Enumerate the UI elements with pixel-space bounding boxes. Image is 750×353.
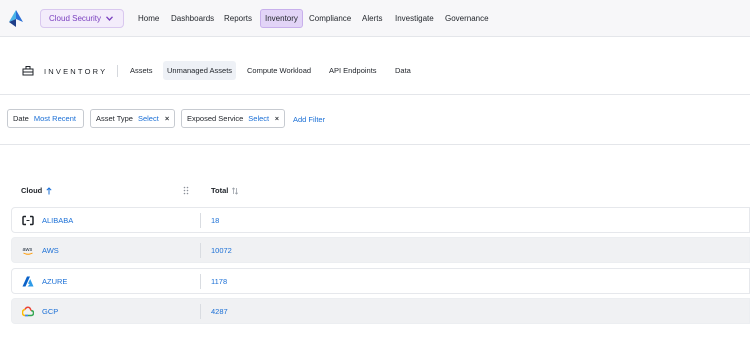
nav-alerts[interactable]: Alerts — [358, 9, 386, 28]
tab-data[interactable]: Data — [391, 61, 415, 80]
filter-value[interactable]: Select — [138, 114, 159, 123]
filter-chip-date[interactable]: Date Most Recent — [7, 109, 84, 128]
sort-icon[interactable] — [232, 186, 239, 195]
column-header-total[interactable]: Total — [211, 186, 239, 195]
filter-bar: Date Most Recent Asset Type Select Expos… — [0, 95, 750, 145]
close-icon[interactable] — [165, 115, 169, 122]
filter-value[interactable]: Most Recent — [34, 114, 76, 123]
gcp-icon — [22, 306, 34, 317]
tab-api-endpoints[interactable]: API Endpoints — [325, 61, 381, 80]
table-row[interactable]: GCP 4287 — [11, 298, 750, 324]
total-count-link[interactable]: 4287 — [211, 307, 228, 316]
filter-chip-asset-type[interactable]: Asset Type Select — [90, 109, 175, 128]
nav-home[interactable]: Home — [134, 9, 163, 28]
close-icon[interactable] — [275, 115, 279, 122]
total-count-link[interactable]: 18 — [211, 216, 219, 225]
app-logo-icon[interactable] — [9, 10, 23, 27]
column-divider — [200, 213, 201, 228]
inventory-section-label: INVENTORY — [44, 67, 108, 76]
total-count-link[interactable]: 10072 — [211, 246, 232, 255]
filter-key: Asset Type — [96, 114, 133, 123]
nav-inventory[interactable]: Inventory — [260, 9, 303, 28]
nav-governance[interactable]: Governance — [441, 9, 493, 28]
cloud-name-link[interactable]: GCP — [42, 307, 58, 316]
table-row[interactable]: AZURE 1178 — [11, 268, 750, 294]
column-header-label: Cloud — [21, 186, 43, 195]
cloud-name-link[interactable]: ALIBABA — [42, 216, 73, 225]
sort-ascending-icon[interactable] — [46, 186, 52, 195]
scope-label: Cloud Security — [49, 14, 102, 23]
column-divider — [200, 304, 201, 319]
alibaba-icon — [22, 215, 34, 226]
column-drag-handle-icon[interactable] — [183, 186, 189, 195]
tab-unmanaged-assets[interactable]: Unmanaged Assets — [163, 61, 237, 80]
cloud-name-link[interactable]: AZURE — [42, 277, 67, 286]
cloud-security-scope-dropdown[interactable]: Cloud Security — [40, 9, 124, 28]
subnav-divider — [117, 65, 118, 77]
column-header-label: Total — [211, 186, 229, 195]
tab-compute-workload[interactable]: Compute Workload — [243, 61, 315, 80]
column-header-cloud[interactable]: Cloud — [21, 186, 52, 195]
add-filter-link[interactable]: Add Filter — [293, 115, 325, 124]
filter-chip-exposed-service[interactable]: Exposed Service Select — [181, 109, 285, 128]
tab-assets[interactable]: Assets — [126, 61, 157, 80]
aws-icon: aws — [23, 247, 33, 255]
table-row[interactable]: aws AWS 10072 — [11, 237, 750, 263]
column-divider — [200, 274, 201, 289]
filter-value[interactable]: Select — [248, 114, 269, 123]
top-navigation-bar: Cloud Security Home Dashboards Reports I… — [0, 0, 750, 37]
nav-dashboards[interactable]: Dashboards — [167, 9, 218, 28]
table-row[interactable]: ALIBABA 18 — [11, 207, 750, 233]
azure-icon — [22, 276, 34, 287]
nav-investigate[interactable]: Investigate — [391, 9, 438, 28]
nav-reports[interactable]: Reports — [220, 9, 256, 28]
cloud-name-link[interactable]: AWS — [42, 246, 59, 255]
total-count-link[interactable]: 1178 — [211, 277, 227, 286]
inventory-subnav: INVENTORY Assets Unmanaged Assets Comput… — [0, 37, 750, 95]
filter-key: Date — [13, 114, 29, 123]
svg-text:aws: aws — [23, 247, 33, 253]
filter-key: Exposed Service — [187, 114, 244, 123]
column-divider — [200, 243, 201, 258]
nav-compliance[interactable]: Compliance — [305, 9, 355, 28]
inventory-icon — [22, 66, 34, 76]
chevron-down-icon — [106, 16, 114, 21]
